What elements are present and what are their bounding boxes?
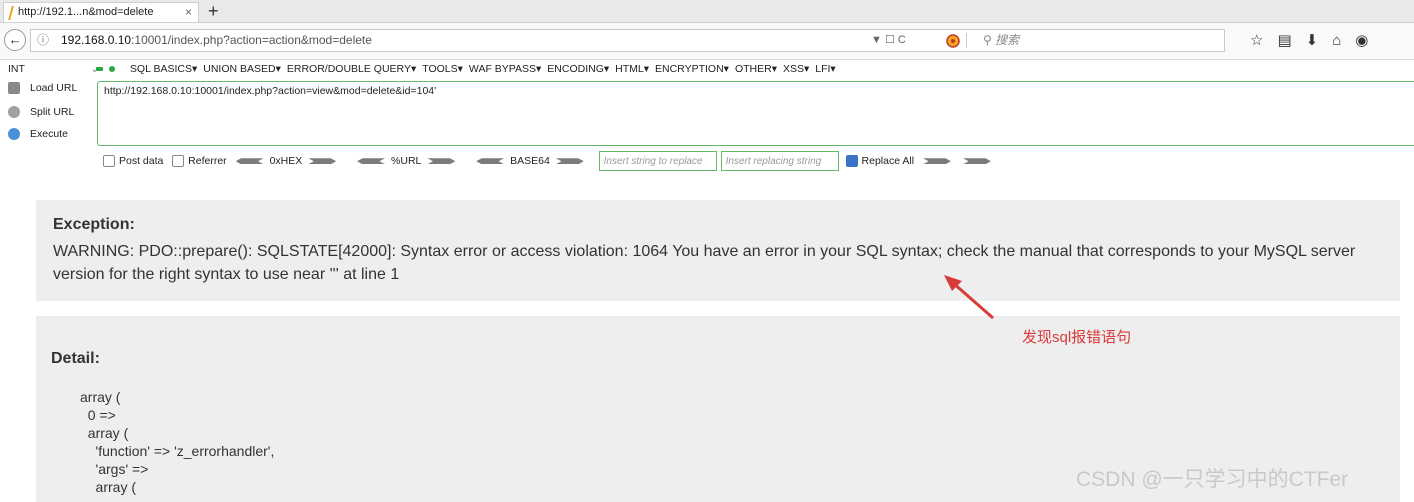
info-icon[interactable]: ⓘ	[37, 30, 49, 51]
right-arrow-icon[interactable]	[962, 158, 991, 165]
right-arrow-icon[interactable]	[308, 158, 337, 165]
new-tab-button[interactable]: +	[208, 1, 219, 21]
detail-title: Detail:	[51, 350, 100, 367]
exception-message: WARNING: PDO::prepare(): SQLSTATE[42000]…	[53, 243, 1356, 283]
exception-panel: Exception: WARNING: PDO::prepare(): SQLS…	[36, 200, 1400, 301]
load-url-icon	[8, 82, 20, 95]
star-icon[interactable]: ☆	[1250, 32, 1277, 49]
hackbar-menus: SQL BASICS▾ UNION BASED▾ ERROR/DOUBLE QUER…	[96, 60, 842, 78]
hackbar-menu-item[interactable]: ERROR/DOUBLE QUERY▾	[287, 63, 416, 75]
right-arrow-icon[interactable]	[922, 158, 951, 165]
base64-label: BASE64	[510, 155, 550, 167]
url-divider	[966, 33, 967, 48]
library-icon[interactable]: ▤	[1277, 32, 1305, 49]
int-select[interactable]: INT ⌄	[8, 60, 103, 78]
search-input[interactable]: ⚲ 搜索	[983, 30, 1019, 51]
tab-strip: http://192.1...n&mod=delete × +	[0, 0, 1414, 23]
download-icon[interactable]: ⬇	[1306, 32, 1333, 49]
hackbar-menu-item[interactable]: WAF BYPASS▾	[469, 63, 541, 75]
referrer-checkbox[interactable]: Referrer	[172, 155, 227, 168]
watermark: CSDN @一只学习中的CTFer	[1076, 468, 1349, 491]
execute-icon	[8, 128, 20, 141]
hackbar-menu-item[interactable]: HTML▾	[615, 63, 649, 75]
status-dots	[96, 63, 121, 75]
hackbar-menu-item[interactable]: OTHER▾	[735, 63, 777, 75]
tab-title: http://192.1...n&mod=delete	[18, 6, 154, 18]
home-icon[interactable]: ⌂	[1332, 32, 1355, 49]
annotation-text: 发现sql报错语句	[1022, 329, 1132, 346]
detail-code: array ( 0 => array ( 'function' => 'z_er…	[80, 389, 275, 495]
right-arrow-icon[interactable]	[427, 158, 456, 165]
url-label: %URL	[391, 155, 422, 167]
load-url-button[interactable]: Load URL	[8, 82, 77, 95]
tab-edge-mark	[8, 6, 14, 20]
hackbar-menu-item[interactable]: TOOLS▾	[422, 63, 463, 75]
replacing-string-input[interactable]: Insert replacing string	[720, 151, 839, 172]
menu-icon[interactable]: ◉	[1355, 32, 1382, 49]
hackbar-menu-item[interactable]: LFI▾	[815, 63, 835, 75]
back-arrow-icon[interactable]: ←	[4, 29, 26, 51]
right-arrow-icon[interactable]	[555, 158, 584, 165]
replace-string-input[interactable]: Insert string to replace	[598, 151, 717, 172]
replace-all-checkbox[interactable]: Replace All	[845, 155, 914, 168]
left-arrow-icon[interactable]	[476, 158, 505, 165]
hackbar-options-row: Post data Referrer 0xHEX %URL BASE64 Ins…	[103, 150, 997, 172]
execute-button[interactable]: Execute	[8, 128, 68, 141]
url-text: 192.168.0.10:10001/index.php?action=acti…	[61, 33, 372, 47]
split-url-button[interactable]: Split URL	[8, 106, 74, 119]
hackbar-url-input[interactable]: http://192.168.0.10:10001/index.php?acti…	[97, 81, 1414, 146]
address-bar[interactable]: ⓘ 192.168.0.10:10001/index.php?action=ac…	[30, 29, 1225, 52]
close-icon[interactable]: ×	[185, 3, 192, 22]
hackbar-menu-item[interactable]: ENCODING▾	[547, 63, 609, 75]
exception-title: Exception:	[53, 216, 135, 233]
nav-bar: ← ⓘ 192.168.0.10:10001/index.php?action=…	[0, 23, 1414, 60]
toolbar-icons[interactable]: ☆▤⬇⌂◉	[1250, 31, 1382, 49]
browser-tab[interactable]: http://192.1...n&mod=delete ×	[3, 2, 199, 22]
hackbar-menu-row: INT ⌄ SQL BASICS▾ UNION BASED▾ ERROR/DOUBLE…	[0, 60, 1414, 78]
addon-icon[interactable]	[945, 33, 961, 49]
hackbar-menu-item[interactable]: SQL BASICS▾	[130, 63, 197, 75]
hex-label: 0xHEX	[269, 155, 303, 167]
reader-reload-icons[interactable]: ▼ ☐ C	[871, 30, 906, 51]
post-data-checkbox[interactable]: Post data	[103, 155, 163, 168]
left-arrow-icon[interactable]	[357, 158, 386, 165]
hackbar-menu-item[interactable]: XSS▾	[783, 63, 809, 75]
split-url-icon	[8, 106, 20, 119]
left-arrow-icon[interactable]	[235, 158, 264, 165]
hackbar-menu-item[interactable]: UNION BASED▾	[203, 63, 281, 75]
hackbar-menu-item[interactable]: ENCRYPTION▾	[655, 63, 729, 75]
